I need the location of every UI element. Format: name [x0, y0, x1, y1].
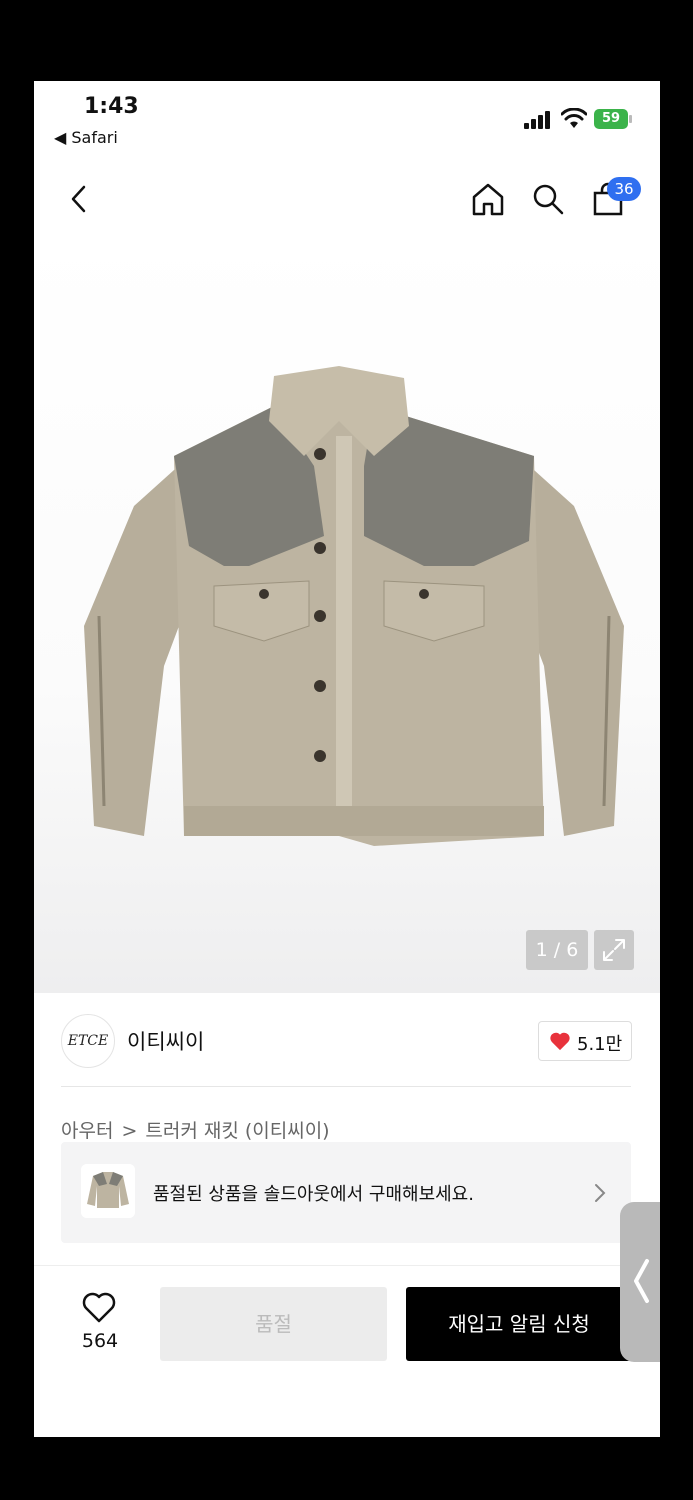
wish-count: 564	[81, 1330, 119, 1352]
brand-like-button[interactable]: 5.1만	[538, 1021, 632, 1061]
battery-indicator: 59	[594, 109, 628, 129]
breadcrumb-product[interactable]: 트러커 재킷 (이티씨이)	[145, 1120, 329, 1142]
back-to-safari-link[interactable]: ◀ Safari	[54, 128, 118, 147]
top-navigation	[34, 171, 660, 231]
soldout-message: 품절된 상품을 솔드아웃에서 구매해보세요.	[153, 1184, 474, 1205]
divider	[61, 1086, 631, 1087]
search-icon[interactable]	[530, 181, 566, 217]
bottom-action-bar: 564 품절 재입고 알림 신청	[34, 1265, 660, 1437]
brand-like-count: 5.1만	[577, 1034, 623, 1055]
soldout-banner[interactable]: 품절된 상품을 솔드아웃에서 구매해보세요.	[61, 1142, 631, 1243]
brand-name[interactable]: 이티씨이	[127, 1026, 204, 1056]
home-icon[interactable]	[470, 181, 506, 217]
side-drawer-handle[interactable]	[620, 1202, 660, 1362]
status-time: 1:43	[84, 94, 139, 119]
product-image	[84, 366, 624, 846]
product-image-gallery[interactable]: 1 / 6	[34, 231, 660, 993]
breadcrumb-separator: >	[121, 1120, 138, 1142]
image-counter: 1 / 6	[526, 930, 588, 970]
brand-logo[interactable]: ETCE	[61, 1014, 115, 1068]
status-bar: 1:43 ◀ Safari 59	[34, 81, 660, 151]
brand-row[interactable]: ETCE 이티씨이 5.1만	[34, 993, 660, 1087]
soldout-button[interactable]: 품절	[160, 1287, 387, 1361]
signal-icon	[524, 111, 552, 129]
chevron-left-icon	[634, 1259, 649, 1303]
restock-alert-button[interactable]: 재입고 알림 신청	[406, 1287, 632, 1361]
battery-nub	[629, 115, 632, 123]
cart-count-badge: 36	[607, 177, 641, 201]
heart-outline-icon[interactable]	[81, 1290, 117, 1324]
expand-icon[interactable]	[594, 930, 634, 970]
heart-filled-icon	[550, 1032, 570, 1051]
breadcrumb-category[interactable]: 아우터	[61, 1120, 113, 1142]
app-screen: 1:43 ◀ Safari 59 36 1 / 6 ETCE 이티씨이 5.1만…	[34, 81, 660, 1437]
product-thumbnail	[81, 1164, 135, 1218]
wifi-icon	[561, 108, 587, 128]
chevron-right-icon	[595, 1184, 606, 1202]
back-icon[interactable]	[62, 181, 98, 217]
breadcrumb: 아우터 > 트러커 재킷 (이티씨이)	[61, 1116, 330, 1143]
